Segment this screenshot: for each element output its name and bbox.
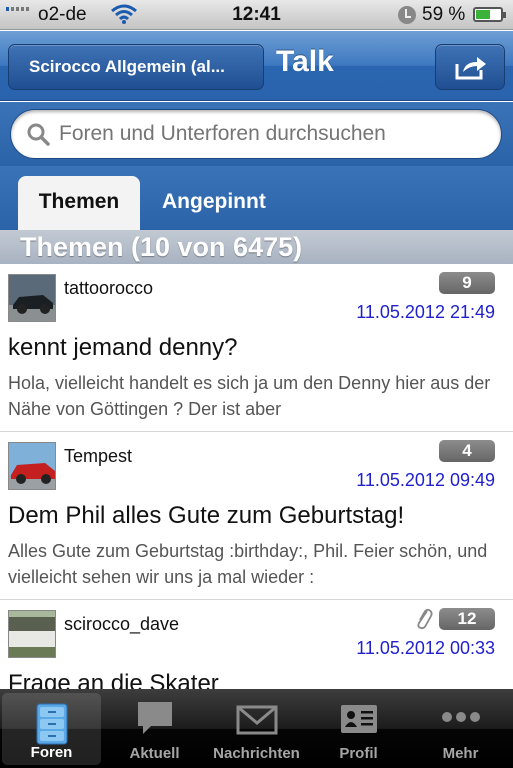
topic-title: Dem Phil alles Gute zum Geburtstag! <box>8 502 405 529</box>
speech-bubble-icon <box>103 699 206 737</box>
post-date: 11.05.2012 00:33 <box>356 638 495 658</box>
navigation-bar: Scirocco Allgemein (al... Talk <box>0 31 513 101</box>
search-input[interactable] <box>59 122 479 146</box>
topic-excerpt: Alles Gute zum Geburtstag :birthday:, Ph… <box>8 541 488 587</box>
tab-aktuell[interactable]: Aktuell <box>103 689 206 768</box>
share-icon <box>455 57 486 80</box>
section-header: Themen (10 von 6475) <box>0 230 513 264</box>
envelope-icon <box>205 699 308 737</box>
tab-foren[interactable]: Foren <box>2 693 101 765</box>
bottom-tab-bar: Foren Aktuell Nachrichten Profil Mehr <box>0 689 513 768</box>
list-item[interactable]: tattoorocco 9 11.05.2012 21:49 kennt jem… <box>0 264 513 432</box>
avatar <box>8 442 56 490</box>
share-button[interactable] <box>435 44 505 90</box>
id-card-icon <box>307 699 410 737</box>
tab-mehr[interactable]: Mehr <box>409 689 512 768</box>
tab-angepinnt[interactable]: Angepinnt <box>146 176 282 230</box>
reply-count-badge: 12 <box>439 608 495 630</box>
battery-percent: 59 % <box>422 4 466 25</box>
author-name: scirocco_dave <box>64 614 180 634</box>
list-item[interactable]: Tempest 4 11.05.2012 09:49 Dem Phil alle… <box>0 432 513 600</box>
search-bar <box>0 102 513 166</box>
search-icon <box>27 123 50 146</box>
back-button[interactable]: Scirocco Allgemein (al... <box>8 44 264 90</box>
avatar <box>8 274 56 322</box>
tab-label: Mehr <box>442 745 479 762</box>
avatar <box>8 610 56 658</box>
topic-title: Frage an die Skater <box>8 670 219 689</box>
more-dots-icon <box>409 699 512 737</box>
back-button-label: Scirocco Allgemein (al... <box>29 57 225 76</box>
tab-label: Profil <box>339 745 378 762</box>
list-item[interactable]: scirocco_dave 12 11.05.2012 00:33 Frage … <box>0 600 513 689</box>
paperclip-icon <box>415 607 433 636</box>
tab-profil[interactable]: Profil <box>307 689 410 768</box>
tab-bar: Themen Angepinnt <box>0 166 513 230</box>
tab-label: Foren <box>30 744 73 761</box>
post-date: 11.05.2012 21:49 <box>356 302 495 322</box>
post-date: 11.05.2012 09:49 <box>356 470 495 490</box>
author-name: Tempest <box>64 446 133 466</box>
reply-count-badge: 9 <box>439 272 495 294</box>
page-title: Talk <box>276 45 334 78</box>
cabinet-icon <box>2 703 101 745</box>
reply-count-badge: 4 <box>439 440 495 462</box>
tab-nachrichten[interactable]: Nachrichten <box>205 689 308 768</box>
tab-label: Nachrichten <box>213 745 300 762</box>
topic-list[interactable]: tattoorocco 9 11.05.2012 21:49 kennt jem… <box>0 264 513 689</box>
topic-title: kennt jemand denny? <box>8 334 238 361</box>
topic-excerpt: Hola, vielleicht handelt es sich ja um d… <box>8 373 491 419</box>
battery-icon <box>473 7 506 22</box>
tab-themen[interactable]: Themen <box>18 176 140 230</box>
status-bar: o2-de 12:41 59 % <box>0 0 513 30</box>
orientation-lock-icon <box>398 6 416 24</box>
tab-label: Aktuell <box>129 745 180 762</box>
search-field[interactable] <box>10 109 502 159</box>
author-name: tattoorocco <box>64 278 154 298</box>
